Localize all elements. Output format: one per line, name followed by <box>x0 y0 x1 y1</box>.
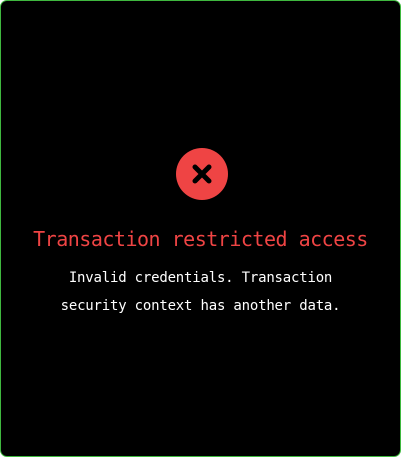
message-line: security context has another data. <box>60 298 341 314</box>
error-dialog: Transaction restricted access Invalid cr… <box>0 0 401 457</box>
dialog-message: Invalid credentials. Transaction securit… <box>21 264 380 320</box>
dialog-title: Transaction restricted access <box>33 227 368 251</box>
error-icon <box>176 148 228 200</box>
message-line: Invalid credentials. Transaction <box>68 270 333 286</box>
close-x-icon <box>176 148 228 200</box>
